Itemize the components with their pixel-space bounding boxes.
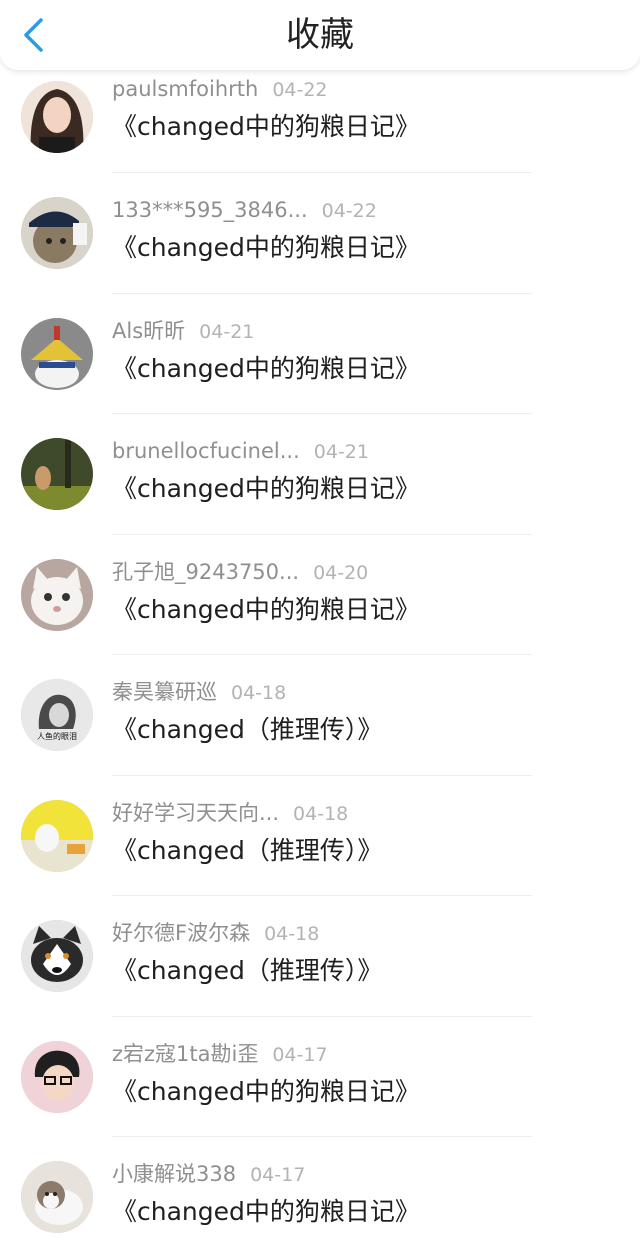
list-item[interactable]: Als昕昕 04-21 《changed中的狗粮日记》 xyxy=(0,294,640,414)
avatar[interactable] xyxy=(21,81,93,153)
book-title-link[interactable]: 《changed中的狗粮日记》 xyxy=(112,351,420,387)
avatar[interactable] xyxy=(21,920,93,993)
page-title: 收藏 xyxy=(286,15,354,55)
list-item[interactable]: paulsmfoihrth 04-22 《changed中的狗粮日记》 xyxy=(0,70,640,173)
avatar[interactable] xyxy=(21,317,93,390)
book-title-link[interactable]: 《changed中的狗粮日记》 xyxy=(112,1074,420,1110)
username[interactable]: Als昕昕 xyxy=(112,319,185,343)
avatar[interactable]: 人鱼的眼泪 xyxy=(21,679,93,752)
list-item[interactable]: 好好学习天天向... 04-18 《changed（推理传）》 xyxy=(0,776,640,896)
avatar[interactable] xyxy=(21,1161,93,1234)
username[interactable]: 秦昊纂研巡 xyxy=(112,680,217,704)
avatar[interactable] xyxy=(21,1040,93,1113)
username[interactable]: paulsmfoihrth xyxy=(112,77,258,101)
boy-glasses-avatar-image xyxy=(21,1040,93,1113)
timestamp: 04-21 xyxy=(199,320,255,343)
sketch-portrait-avatar-image: 人鱼的眼泪 xyxy=(21,679,93,752)
avatar[interactable] xyxy=(21,558,93,631)
timestamp: 04-20 xyxy=(313,561,369,584)
husky-dog-avatar-image xyxy=(21,920,93,993)
list-item[interactable]: 133***595_3846... 04-22 《changed中的狗粮日记》 xyxy=(0,173,640,294)
timestamp: 04-17 xyxy=(272,1043,328,1066)
list-item[interactable]: 孔子旭_9243750... 04-20 《changed中的狗粮日记》 xyxy=(0,535,640,655)
username[interactable]: 小康解说338 xyxy=(112,1162,236,1186)
timestamp: 04-18 xyxy=(293,802,349,825)
timestamp: 04-17 xyxy=(250,1164,306,1186)
timestamp: 04-21 xyxy=(313,441,369,463)
book-title-link[interactable]: 《changed中的狗粮日记》 xyxy=(112,592,420,628)
username[interactable]: 好尔德F波尔森 xyxy=(112,921,250,945)
timestamp: 04-22 xyxy=(272,79,328,101)
list-item[interactable]: 好尔德F波尔森 04-18 《changed（推理传）》 xyxy=(0,896,640,1017)
fbi-cat-avatar-image xyxy=(21,197,93,270)
book-title-link[interactable]: 《changed中的狗粮日记》 xyxy=(112,1194,420,1230)
timestamp: 04-22 xyxy=(321,200,377,222)
book-title-link[interactable]: 《changed中的狗粮日记》 xyxy=(112,230,420,266)
book-title-link[interactable]: 《changed中的狗粮日记》 xyxy=(112,471,420,507)
cartoon-hat-avatar-image xyxy=(21,317,93,390)
avatar[interactable] xyxy=(21,197,93,270)
username[interactable]: brunellocfucinel... xyxy=(112,439,300,463)
username[interactable]: 133***595_3846... xyxy=(112,198,308,222)
avatar[interactable] xyxy=(21,438,93,511)
husky-puppy-avatar-image xyxy=(21,1161,93,1234)
list-item[interactable]: 人鱼的眼泪 秦昊纂研巡 04-18 《changed（推理传）》 xyxy=(0,655,640,776)
avatar[interactable] xyxy=(21,799,93,872)
white-cat-avatar-image xyxy=(21,558,93,631)
book-title-link[interactable]: 《changed（推理传）》 xyxy=(112,953,382,989)
portrait-woman-avatar-image xyxy=(21,81,93,153)
book-title-link[interactable]: 《changed（推理传）》 xyxy=(112,833,382,869)
timestamp: 04-18 xyxy=(231,682,287,704)
yellow-illustration-avatar-image xyxy=(21,799,93,872)
forest-child-avatar-image xyxy=(21,438,93,511)
username[interactable]: z宕z寇1ta勘i歪 xyxy=(112,1042,258,1066)
list-item[interactable]: brunellocfucinel... 04-21 《changed中的狗粮日记》 xyxy=(0,414,640,535)
username[interactable]: 好好学习天天向... xyxy=(112,801,279,825)
username[interactable]: 孔子旭_9243750... xyxy=(112,560,299,584)
avatar-caption: 人鱼的眼泪 xyxy=(37,731,77,741)
book-title-link[interactable]: 《changed（推理传）》 xyxy=(112,712,382,748)
list-item[interactable]: z宕z寇1ta勘i歪 04-17 《changed中的狗粮日记》 xyxy=(0,1017,640,1137)
favorites-list[interactable]: paulsmfoihrth 04-22 《changed中的狗粮日记》 133**… xyxy=(0,70,640,1251)
book-title-link[interactable]: 《changed中的狗粮日记》 xyxy=(112,109,420,145)
top-navigation-bar: 收藏 xyxy=(0,0,640,70)
list-item[interactable]: 小康解说338 04-17 《changed中的狗粮日记》 xyxy=(0,1137,640,1251)
timestamp: 04-18 xyxy=(264,923,320,945)
